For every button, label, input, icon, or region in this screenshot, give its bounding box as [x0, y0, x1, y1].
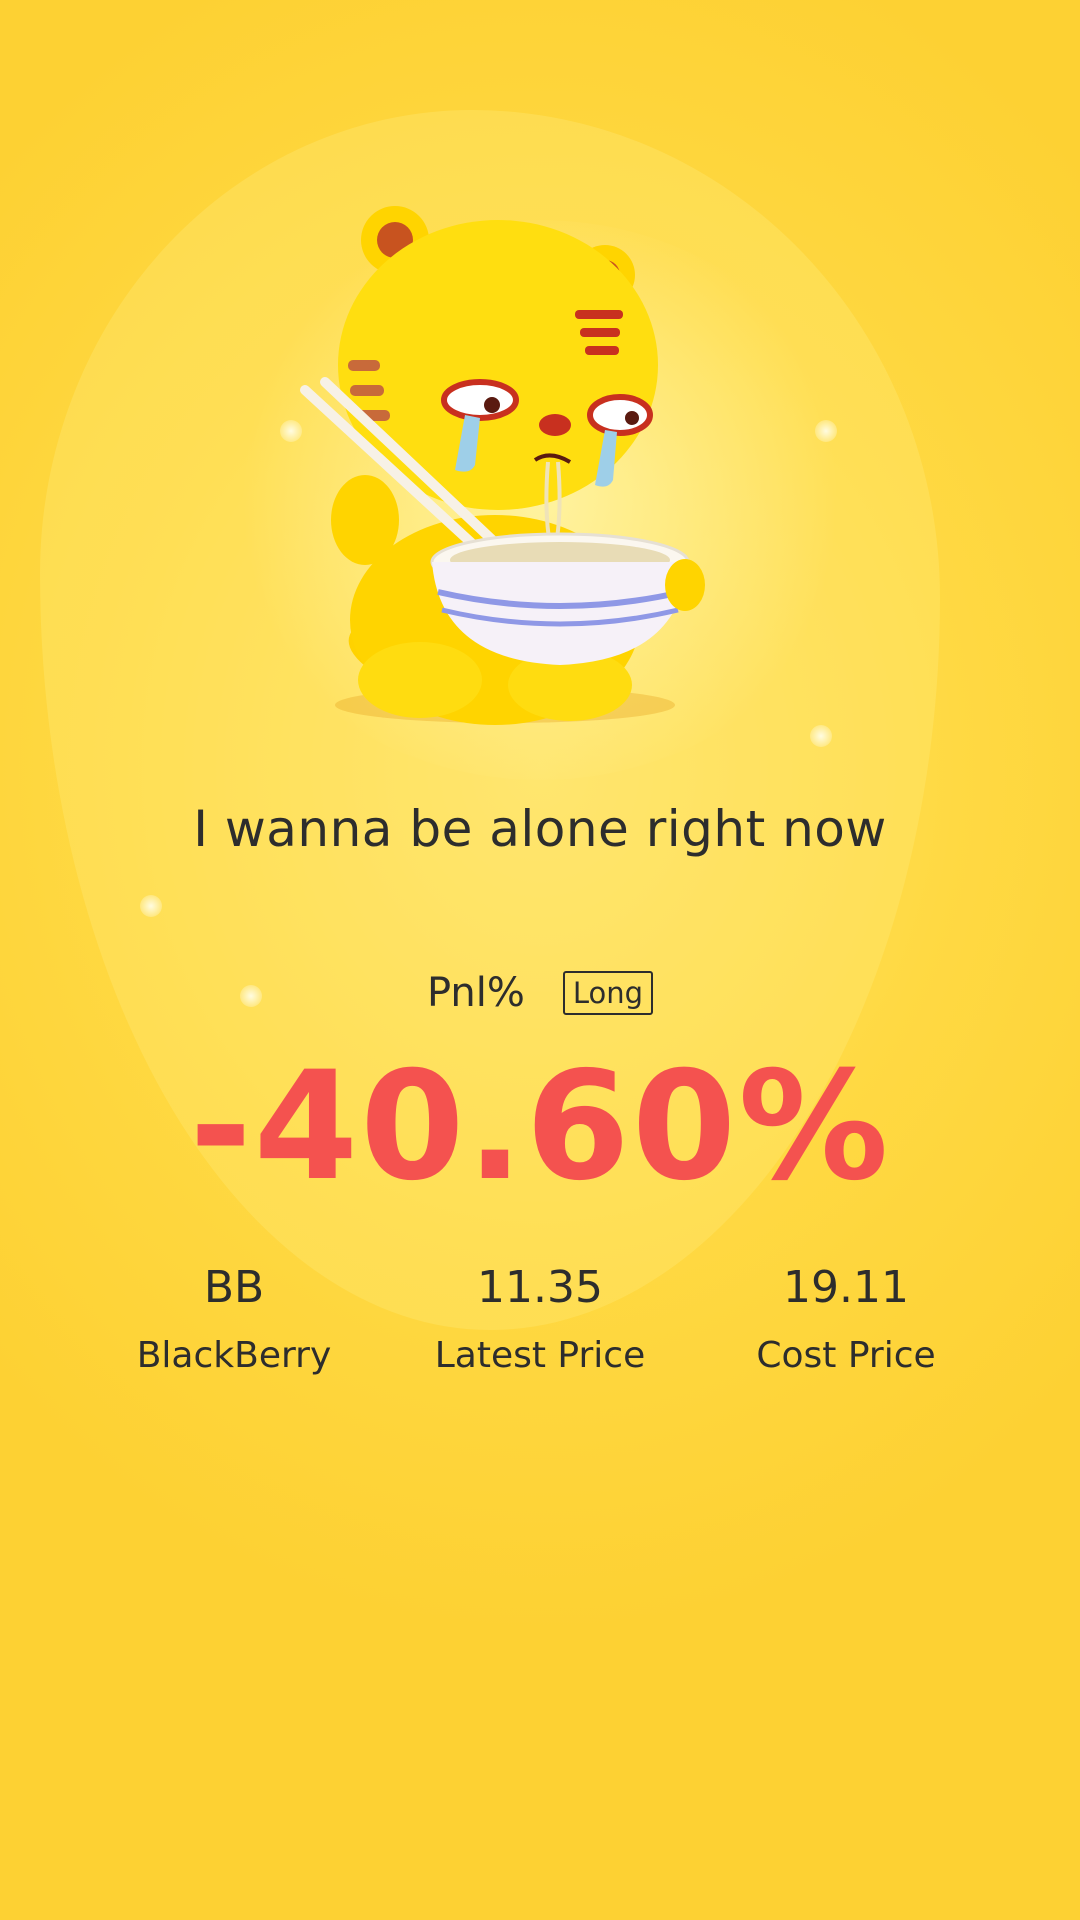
stat-ticker: BB BlackBerry	[84, 1262, 384, 1376]
mascot-stripe	[575, 310, 623, 319]
mascot-stripe	[350, 385, 384, 396]
mascot-hand-right	[665, 559, 705, 611]
pnl-percentage-value: -40.60%	[189, 1040, 891, 1214]
stats-row: BB BlackBerry 11.35 Latest Price 19.11 C…	[0, 1262, 1080, 1376]
stat-cost-price: 19.11 Cost Price	[696, 1262, 996, 1376]
company-name: BlackBerry	[136, 1335, 332, 1376]
mascot-stripe	[348, 360, 380, 371]
stat-latest-price: 11.35 Latest Price	[390, 1262, 690, 1376]
mascot-pupil-left	[484, 397, 500, 413]
cost-price-value: 19.11	[783, 1262, 909, 1313]
sparkle	[815, 420, 837, 442]
mascot-arm-left	[331, 475, 399, 565]
latest-price-value: 11.35	[477, 1262, 603, 1313]
sparkle	[810, 725, 832, 747]
mascot-eye-right	[587, 394, 653, 436]
mood-text: I wanna be alone right now	[193, 800, 887, 858]
sparkle	[140, 895, 162, 917]
pnl-label: Pnl%	[426, 970, 525, 1016]
mascot-pupil-right	[625, 411, 639, 425]
pnl-header: Pnl% Long	[0, 970, 1080, 1016]
cost-price-label: Cost Price	[756, 1335, 936, 1376]
mascot-eye-left	[441, 379, 519, 421]
mascot-stripe	[580, 328, 620, 337]
mascot-stripe	[585, 346, 619, 355]
mascot-foot-left	[358, 642, 482, 718]
ticker-symbol: BB	[203, 1262, 265, 1313]
crying-tiger-illustration	[300, 206, 705, 725]
position-direction-badge: Long	[562, 970, 654, 1016]
latest-price-label: Latest Price	[434, 1335, 646, 1376]
mascot-nose	[539, 414, 571, 436]
